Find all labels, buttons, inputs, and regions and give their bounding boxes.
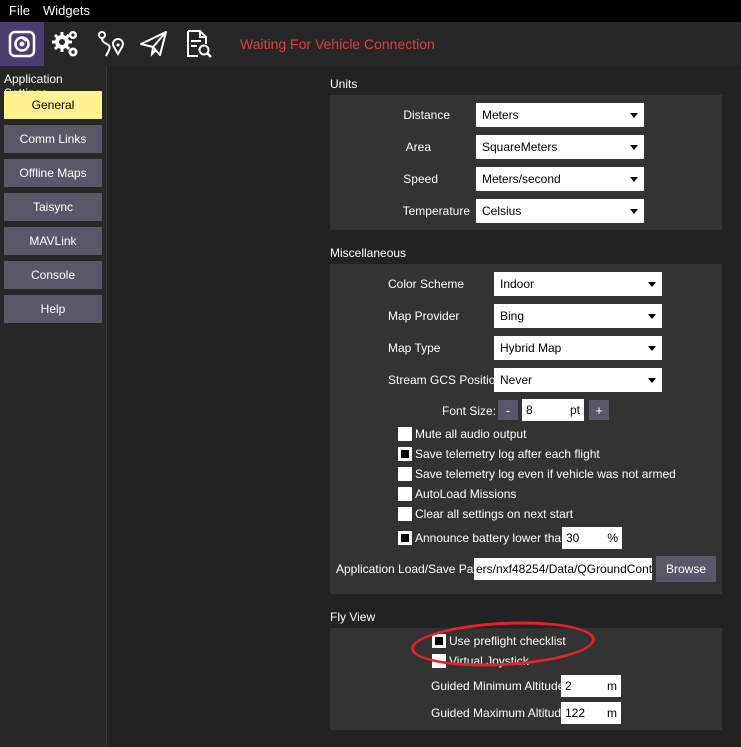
font-size-decrease-button[interactable]: -: [498, 400, 518, 420]
qgc-logo-icon: [8, 30, 36, 58]
speed-label: Speed: [403, 172, 438, 186]
temperature-label: Temperature: [402, 204, 470, 218]
chevron-down-icon: [648, 346, 656, 351]
battery-threshold-input[interactable]: 30%: [562, 527, 622, 549]
distance-combo[interactable]: Meters: [476, 103, 644, 127]
misc-section-title: Miscellaneous: [330, 246, 407, 260]
temperature-combo[interactable]: Celsius: [476, 199, 644, 223]
sidebar-item-console[interactable]: Console: [4, 261, 102, 289]
save-log-unarmed-checkbox[interactable]: [398, 467, 412, 481]
sidebar-item-mavlink[interactable]: MAVLink: [4, 227, 102, 255]
load-save-path-label: Application Load/Save Path: [336, 562, 484, 576]
sidebar-item-comm-links[interactable]: Comm Links: [4, 125, 102, 153]
menu-widgets[interactable]: Widgets: [43, 0, 90, 22]
units-section-title: Units: [330, 77, 358, 91]
chevron-down-icon: [630, 113, 638, 118]
browse-button[interactable]: Browse: [656, 556, 716, 582]
font-size-input[interactable]: 8 pt: [522, 399, 584, 421]
map-provider-label: Map Provider: [388, 309, 460, 323]
clear-settings-label: Clear all settings on next start: [415, 507, 574, 521]
sidebar-item-help[interactable]: Help: [4, 295, 102, 323]
paper-plane-icon: [140, 31, 167, 57]
settings-view-button[interactable]: [0, 22, 44, 66]
fly-view-button[interactable]: [132, 22, 176, 66]
load-save-path-input[interactable]: ers/nxf48254/Data/QGroundControl: [474, 558, 652, 580]
map-type-combo[interactable]: Hybrid Map: [494, 336, 662, 360]
distance-label: Distance: [403, 108, 450, 122]
guided-max-alt-input[interactable]: 122 m: [561, 702, 621, 724]
mute-audio-label: Mute all audio output: [415, 427, 527, 441]
font-size-increase-button[interactable]: +: [589, 400, 609, 420]
font-size-label: Font Size:: [442, 404, 497, 418]
connection-status: Waiting For Vehicle Connection: [240, 36, 435, 52]
fly-view-section-title: Fly View: [330, 610, 376, 624]
chevron-down-icon: [630, 209, 638, 214]
announce-battery-label: Announce battery lower than: [415, 531, 568, 545]
guided-min-alt-label: Guided Minimum Altitude: [431, 679, 565, 693]
sidebar-item-general[interactable]: General: [4, 91, 102, 119]
guided-max-alt-label: Guided Maximum Altitude: [431, 706, 568, 720]
settings-sidebar: Application Settings General Comm Links …: [0, 66, 107, 747]
speed-combo[interactable]: Meters/second: [476, 167, 644, 191]
announce-battery-checkbox[interactable]: [398, 531, 412, 545]
plan-view-button[interactable]: [88, 22, 132, 66]
map-type-label: Map Type: [388, 341, 441, 355]
chevron-down-icon: [648, 282, 656, 287]
menu-file[interactable]: File: [9, 0, 30, 22]
save-log-flight-checkbox[interactable]: [398, 447, 412, 461]
mute-audio-checkbox[interactable]: [398, 427, 412, 441]
analyze-view-button[interactable]: [176, 22, 220, 66]
sidebar-item-taisync[interactable]: Taisync: [4, 193, 102, 221]
save-log-unarmed-label: Save telemetry log even if vehicle was n…: [415, 467, 676, 481]
color-scheme-label: Color Scheme: [388, 277, 465, 291]
autoload-missions-checkbox[interactable]: [398, 487, 412, 501]
analyze-document-icon: [187, 30, 212, 58]
sidebar-item-offline-maps[interactable]: Offline Maps: [4, 159, 102, 187]
route-plan-icon: [98, 31, 124, 57]
save-log-flight-label: Save telemetry log after each flight: [415, 447, 600, 461]
area-combo[interactable]: SquareMeters: [476, 135, 644, 159]
color-scheme-combo[interactable]: Indoor: [494, 272, 662, 296]
stream-gcs-label: Stream GCS Position: [388, 373, 503, 387]
toolbar: Waiting For Vehicle Connection: [0, 22, 741, 66]
clear-settings-checkbox[interactable]: [398, 507, 412, 521]
autoload-missions-label: AutoLoad Missions: [415, 487, 517, 501]
stream-gcs-combo[interactable]: Never: [494, 368, 662, 392]
gears-icon: [52, 31, 78, 57]
chevron-down-icon: [630, 145, 638, 150]
chevron-down-icon: [648, 378, 656, 383]
area-label: Area: [405, 140, 431, 154]
map-provider-combo[interactable]: Bing: [494, 304, 662, 328]
vehicle-setup-button[interactable]: [44, 22, 88, 66]
menu-bar: File Widgets: [0, 0, 741, 22]
chevron-down-icon: [630, 177, 638, 182]
guided-min-alt-input[interactable]: 2m: [561, 675, 621, 697]
chevron-down-icon: [648, 314, 656, 319]
